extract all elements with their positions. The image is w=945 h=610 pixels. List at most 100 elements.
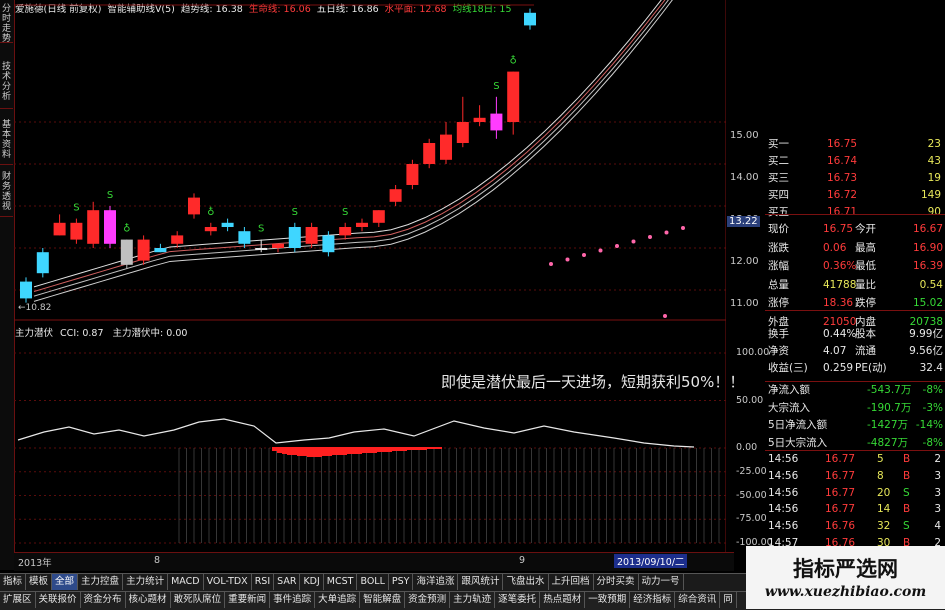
tab-tabs_row2-1[interactable]: 关联报价 [36, 592, 81, 608]
lurk-bar [362, 447, 367, 453]
tab-tabs_row1-3[interactable]: 主力控盘 [78, 574, 124, 590]
tick-time: 14:56 [768, 520, 799, 533]
tab-tabs_row1-0[interactable]: 指标 [0, 574, 27, 590]
stat-row: 净资 4.07 流通 9.56亿 [727, 344, 945, 359]
tab-tabs_row1-15[interactable]: 飞盘出水 [503, 574, 549, 590]
tab-tabs_row2-10[interactable]: 主力轨迹 [450, 592, 496, 608]
tab-tabs_row1-6[interactable]: VOL-TDX [204, 574, 252, 590]
tab-intraday[interactable]: 分时走势 [0, 4, 13, 44]
bid-price: 16.71 [827, 206, 858, 218]
tab-tabs_row1-2[interactable]: 全部 [52, 574, 79, 590]
candle-body [372, 210, 385, 223]
tab-tabs_row2-3[interactable]: 核心题材 [126, 592, 171, 608]
tick-price: 16.77 [825, 503, 856, 516]
lurk-bar [387, 447, 392, 452]
flow-row: 5日净流入额 -1427万 -14% [727, 418, 945, 433]
candle-body [356, 222, 368, 227]
tab-tabs_row1-10[interactable]: MCST [324, 574, 358, 590]
tab-tabs_row1-17[interactable]: 分时买卖 [594, 574, 639, 590]
month-label-8: 8 [154, 555, 161, 566]
tab-tabs_row2-13[interactable]: 一致预期 [585, 592, 631, 608]
bid-row: 买四 16.72 149 [727, 188, 945, 203]
tab-tabs_row2-7[interactable]: 大单追踪 [315, 592, 361, 608]
tab-tabs_row1-14[interactable]: 跟风统计 [458, 574, 504, 590]
lurk-bar [307, 447, 312, 457]
tab-tabs_row2-6[interactable]: 事件追踪 [270, 592, 316, 608]
bid-price: 16.72 [827, 189, 858, 201]
lurk-bar [377, 447, 382, 452]
projection-dots [549, 225, 685, 318]
tick-row: 14:56 16.77 8 B 3 [727, 469, 945, 484]
lurk-bar [317, 447, 322, 457]
watermark-logo: 指标严选网 www.xuezhibiao.com [746, 546, 945, 609]
tab-tabs_row2-4[interactable]: 敢死队席位 [171, 592, 226, 608]
tab-tabs_row1-13[interactable]: 海洋追涨 [413, 574, 459, 590]
bid-price: 16.75 [827, 138, 858, 150]
candle-body [137, 239, 150, 261]
tab-tabs_row2-9[interactable]: 资金预测 [405, 592, 451, 608]
lurk-bar [337, 447, 342, 455]
candle-body [288, 227, 301, 248]
tab-tabs_row2-5[interactable]: 重要新闻 [225, 592, 271, 608]
tab-tabs_row1-12[interactable]: PSY [389, 574, 414, 590]
tick-volume: 14 [877, 503, 891, 516]
tick-side: B [903, 453, 911, 465]
tab-tabs_row2-2[interactable]: 资金分布 [81, 592, 126, 608]
stat-label: 换手 [768, 328, 789, 340]
projection-dot [598, 248, 603, 253]
flow-label: 大宗流入 [768, 401, 810, 414]
stat-value: 16.67 [912, 223, 943, 235]
flow-value: -4827万 [867, 436, 909, 449]
tab-tabs_row2-15[interactable]: 综合资讯 [675, 592, 721, 608]
tab-technical[interactable]: 技术分析 [0, 62, 13, 109]
candle-body [70, 222, 83, 240]
tab-tabs_row2-12[interactable]: 热点题材 [540, 592, 586, 608]
tab-tabs_row1-11[interactable]: BOLL [357, 574, 389, 590]
tab-tabs_row1-1[interactable]: 模板 [26, 574, 53, 590]
lurk-bar [402, 447, 407, 451]
tick-price: 16.77 [825, 469, 856, 482]
flow-value: -543.7万 [867, 384, 912, 396]
lurk-bar [352, 447, 357, 454]
stat-value: 0.06 [823, 241, 847, 254]
tab-tabs_row1-18[interactable]: 动力一号 [639, 574, 684, 590]
candle-body [204, 227, 217, 232]
tab-tabs_row2-16[interactable]: 同 [720, 592, 737, 608]
tick-count: 2 [934, 453, 941, 465]
candle-body [406, 164, 419, 185]
tab-tabs_row2-0[interactable]: 扩展区 [0, 592, 36, 608]
bid-label: 买三 [768, 172, 789, 184]
tab-financials[interactable]: 财务透视 [0, 172, 13, 217]
stat-label: PE(动) [855, 362, 887, 374]
stat-value: 16.39 [912, 260, 943, 272]
tab-tabs_row2-14[interactable]: 经济指标 [630, 592, 676, 608]
candle-body [456, 122, 469, 143]
tab-fundamentals[interactable]: 基本资料 [0, 120, 13, 165]
stat-label: 净资 [768, 345, 789, 357]
tab-tabs_row1-16[interactable]: 上升回档 [549, 574, 594, 590]
lurk-bar [367, 447, 372, 453]
candle-body [104, 210, 116, 244]
tab-tabs_row2-8[interactable]: 智能解盘 [360, 592, 406, 608]
lurk-bar [312, 447, 317, 457]
tab-tabs_row1-5[interactable]: MACD [168, 574, 204, 590]
bid-label: 买四 [768, 189, 789, 201]
tick-count: 3 [934, 503, 941, 516]
lurk-bar [297, 447, 302, 456]
tab-tabs_row1-8[interactable]: SAR [274, 574, 301, 590]
lurk-bar [342, 447, 347, 455]
tab-tabs_row1-7[interactable]: RSI [252, 574, 275, 590]
tab-tabs_row1-4[interactable]: 主力统计 [123, 574, 169, 590]
stat-value: 15.02 [912, 297, 943, 309]
lurk-bar [357, 447, 362, 454]
tick-time: 14:56 [768, 486, 799, 499]
tick-time: 14:56 [768, 469, 799, 482]
watermark-url: www.xuezhibiao.com [764, 584, 927, 600]
bid-volume: 43 [927, 155, 941, 167]
stat-value: 16.75 [823, 223, 854, 235]
quote-divider [765, 450, 945, 451]
tab-tabs_row1-9[interactable]: KDJ [300, 574, 324, 590]
kline-chart[interactable]: S S ♁ ♁ S S S S ♁ [14, 0, 726, 552]
tick-volume: 5 [877, 453, 884, 465]
tab-tabs_row2-11[interactable]: 逐笔委托 [495, 592, 541, 608]
